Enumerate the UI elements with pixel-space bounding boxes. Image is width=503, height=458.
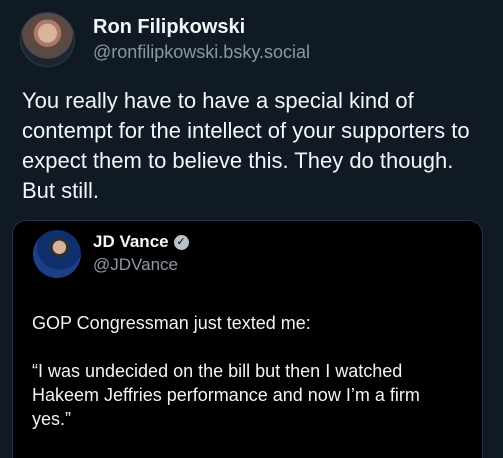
verified-icon: ✓: [173, 234, 189, 250]
quoted-post-header: JD Vance ✓ @JDVance: [33, 230, 189, 278]
quoted-display-name[interactable]: JD Vance: [93, 231, 169, 253]
user-handle[interactable]: @ronfilipkowski.bsky.social: [93, 40, 310, 64]
quoted-avatar[interactable]: [33, 230, 81, 278]
post-header: Ron Filipkowski @ronfilipkowski.bsky.soc…: [20, 12, 310, 67]
author-info: Ron Filipkowski @ronfilipkowski.bsky.soc…: [93, 15, 310, 64]
quoted-paragraph-2: “I was undecided on the bill but then I …: [32, 361, 420, 429]
quoted-post-card[interactable]: JD Vance ✓ @JDVance GOP Congressman just…: [12, 220, 483, 458]
avatar[interactable]: [20, 12, 75, 67]
post-text: You really have to have a special kind o…: [22, 88, 470, 203]
display-name[interactable]: Ron Filipkowski: [93, 15, 310, 39]
quoted-author-info: JD Vance ✓ @JDVance: [93, 231, 189, 276]
quoted-post-text: GOP Congressman just texted me: “I was u…: [32, 311, 462, 431]
post-page: Ron Filipkowski @ronfilipkowski.bsky.soc…: [0, 0, 503, 458]
quoted-name-row: JD Vance ✓: [93, 231, 189, 253]
quoted-user-handle[interactable]: @JDVance: [93, 254, 189, 276]
quoted-paragraph-1: GOP Congressman just texted me:: [32, 313, 311, 333]
